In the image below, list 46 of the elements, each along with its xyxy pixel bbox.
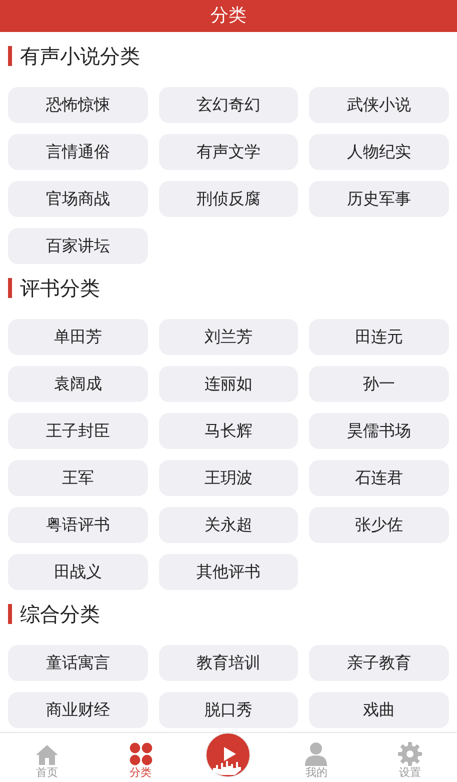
category-button[interactable]: 连丽如 xyxy=(158,366,298,402)
category-button[interactable]: 田连元 xyxy=(309,319,449,355)
category-button[interactable]: 玄幻奇幻 xyxy=(158,87,298,123)
category-button[interactable]: 昊儒书场 xyxy=(309,413,449,449)
category-button[interactable]: 脱口秀 xyxy=(158,692,298,728)
category-button[interactable]: 石连君 xyxy=(309,460,449,496)
category-button[interactable]: 童话寓言 xyxy=(8,645,148,681)
category-button[interactable]: 戏曲 xyxy=(309,692,449,728)
accent-bar xyxy=(8,604,12,624)
category-button[interactable]: 有声文学 xyxy=(158,134,298,170)
home-icon xyxy=(34,744,59,766)
section-title: 有声小说分类 xyxy=(20,44,140,68)
category-button[interactable]: 张少佐 xyxy=(309,507,449,543)
category-button[interactable]: 孙一 xyxy=(309,366,449,402)
category-button[interactable]: 其他评书 xyxy=(158,554,298,590)
settings-icon xyxy=(398,742,422,766)
category-button[interactable]: 王玥波 xyxy=(158,460,298,496)
category-button[interactable]: 刘兰芳 xyxy=(158,319,298,355)
section-title: 评书分类 xyxy=(20,276,100,300)
category-button[interactable]: 单田芳 xyxy=(8,319,148,355)
category-button[interactable]: 王军 xyxy=(8,460,148,496)
section-title: 综合分类 xyxy=(20,602,100,626)
category-button[interactable]: 关永超 xyxy=(158,507,298,543)
category-button[interactable]: 亲子教育 xyxy=(309,645,449,681)
accent-bar xyxy=(8,46,12,66)
category-button[interactable]: 袁阔成 xyxy=(8,366,148,402)
category-button[interactable]: 粤语评书 xyxy=(8,507,148,543)
category-button[interactable]: 商业财经 xyxy=(8,692,148,728)
category-button[interactable]: 刑侦反腐 xyxy=(158,181,298,217)
category-button[interactable]: 王子封臣 xyxy=(8,413,148,449)
tab-item[interactable]: 分类 xyxy=(94,733,188,782)
category-button[interactable]: 恐怖惊悚 xyxy=(8,87,148,123)
category-button[interactable]: 马长辉 xyxy=(158,413,298,449)
category-button[interactable]: 百家讲坛 xyxy=(8,228,148,264)
category-button[interactable]: 言情通俗 xyxy=(8,134,148,170)
grid-icon xyxy=(128,742,153,766)
accent-bar xyxy=(8,278,12,298)
header-title: 分类 xyxy=(0,0,457,32)
category-button[interactable]: 历史军事 xyxy=(309,181,449,217)
category-button[interactable]: 田战义 xyxy=(8,554,148,590)
play-logo-icon[interactable] xyxy=(205,732,252,778)
category-button[interactable]: 武侠小说 xyxy=(309,87,449,123)
user-icon xyxy=(305,742,328,766)
category-button[interactable]: 人物纪实 xyxy=(309,134,449,170)
category-button[interactable]: 官场商战 xyxy=(8,181,148,217)
category-button[interactable]: 教育培训 xyxy=(158,645,298,681)
